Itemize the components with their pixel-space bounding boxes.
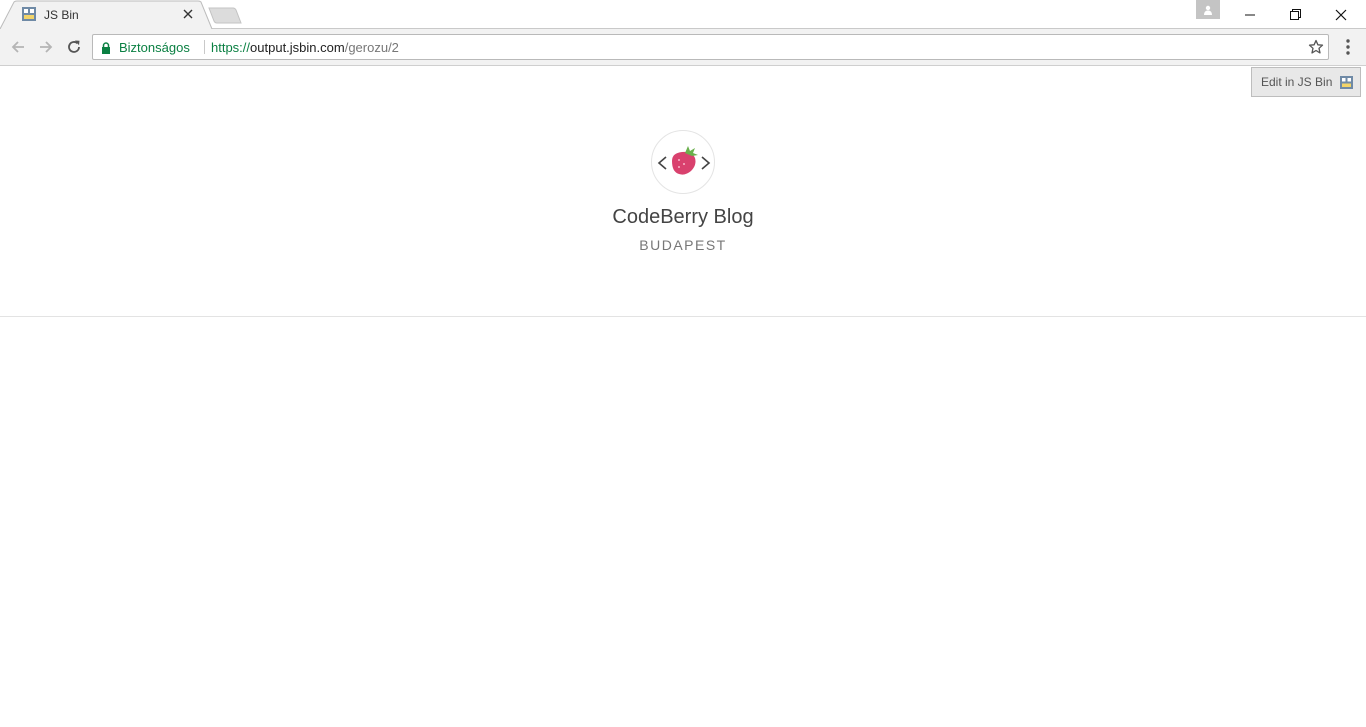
tab-title[interactable]: JS Bin [44,8,79,22]
minimize-icon[interactable] [1227,0,1273,29]
profile-icon[interactable] [1196,0,1220,19]
url-host: output.jsbin.com [250,40,345,55]
url-text[interactable]: https://output.jsbin.com/gerozu/2 [211,40,399,55]
url-scheme: https:// [211,40,251,55]
forward-arrow-icon[interactable] [34,36,58,58]
restore-icon[interactable] [1272,0,1318,29]
url-path: /gerozu/2 [344,40,399,55]
more-vert-icon[interactable] [1340,36,1356,58]
new-tab-icon[interactable] [208,7,242,24]
omnibox-separator [204,40,205,54]
header-divider [0,316,1366,317]
security-label[interactable]: Biztonságos [119,40,190,55]
codeberry-logo-icon [651,130,715,194]
back-arrow-icon[interactable] [6,36,30,58]
jsbin-favicon-icon [22,7,36,21]
close-icon[interactable] [180,6,196,22]
close-window-icon[interactable] [1318,0,1364,29]
reload-icon[interactable] [62,36,86,58]
page-content: Edit in JS Bin CodeBerry Blog BUDAPEST [0,66,1366,727]
lock-icon[interactable] [101,41,111,54]
edit-in-jsbin-label: Edit in JS Bin [1261,75,1333,89]
browser-titlebar: JS Bin [0,0,1366,30]
omnibox[interactable]: Biztonságos https://output.jsbin.com/ger… [92,34,1329,60]
browser-toolbar: Biztonságos https://output.jsbin.com/ger… [0,29,1366,66]
blog-title: CodeBerry Blog [612,206,754,228]
edit-in-jsbin-button[interactable]: Edit in JS Bin [1251,67,1361,97]
jsbin-logo-icon [1340,76,1353,89]
blog-location: BUDAPEST [639,237,727,253]
star-icon[interactable] [1307,38,1325,56]
